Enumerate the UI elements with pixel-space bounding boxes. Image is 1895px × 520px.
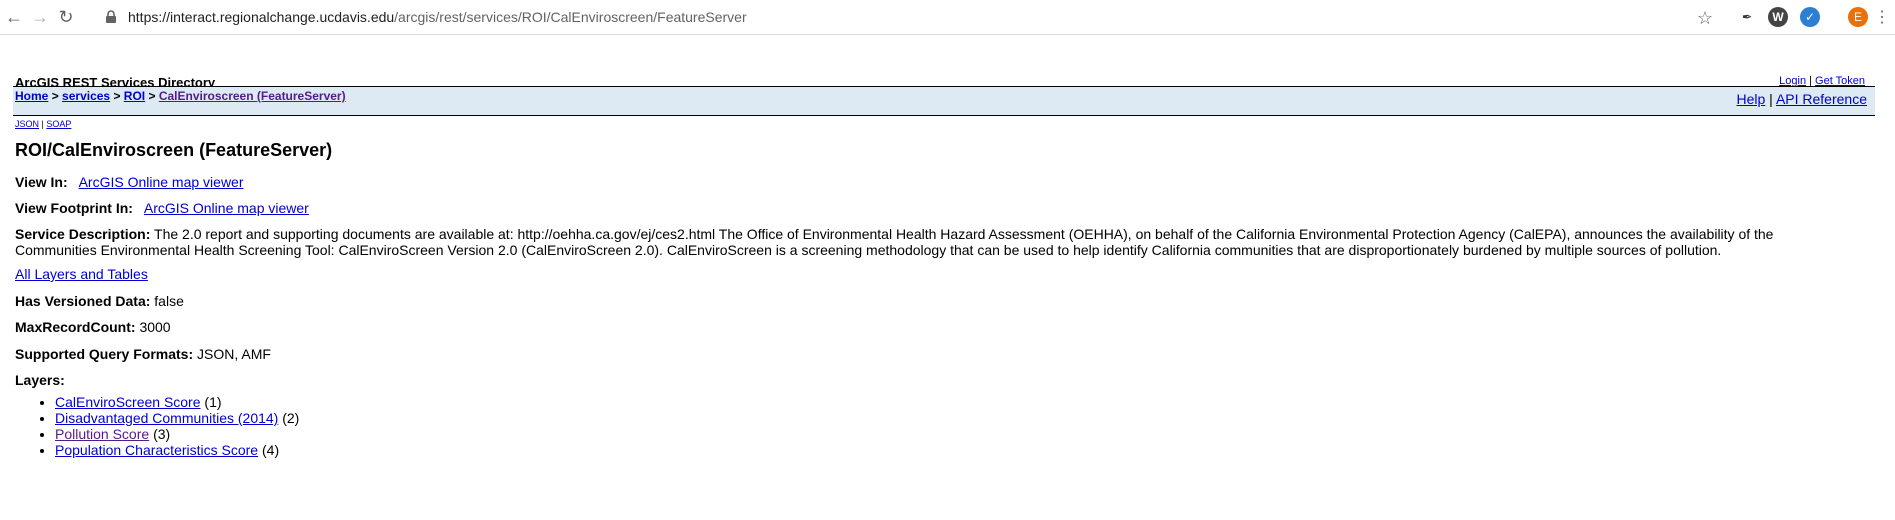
- layer-link[interactable]: CalEnviroScreen Score: [55, 394, 201, 410]
- breadcrumb: Home > services > ROI > CalEnviroscreen …: [15, 89, 346, 103]
- versioned-data-value: false: [154, 293, 184, 309]
- soap-link[interactable]: SOAP: [46, 119, 71, 129]
- bookmark-star-icon[interactable]: ☆: [1697, 8, 1713, 29]
- view-footprint-row: View Footprint In: ArcGIS Online map vie…: [15, 200, 309, 216]
- api-reference-link[interactable]: API Reference: [1776, 91, 1867, 107]
- service-description-text: The 2.0 report and supporting documents …: [15, 226, 1774, 258]
- extension-pen-icon[interactable]: ✒: [1737, 7, 1757, 27]
- query-formats-label: Supported Query Formats:: [15, 346, 194, 362]
- url-text: https://interact.regionalchange.ucdavis.…: [128, 9, 747, 25]
- back-button[interactable]: ←: [0, 3, 28, 31]
- help-links: Help | API Reference: [1736, 91, 1867, 107]
- max-record-count-label: MaxRecordCount:: [15, 319, 136, 335]
- layer-link[interactable]: Pollution Score: [55, 426, 149, 442]
- view-in-row: View In: ArcGIS Online map viewer: [15, 174, 244, 190]
- all-layers-row: All Layers and Tables: [15, 266, 148, 282]
- extension-check-icon[interactable]: ✓: [1800, 7, 1820, 27]
- url-path: /arcgis/rest/services/ROI/CalEnviroscree…: [394, 9, 747, 25]
- url-host: https://interact.regionalchange.ucdavis.…: [128, 9, 395, 25]
- breadcrumb-home[interactable]: Home: [15, 89, 48, 103]
- service-description-label: Service Description:: [15, 226, 151, 242]
- layers-heading: Layers:: [15, 372, 65, 388]
- json-link[interactable]: JSON: [15, 119, 39, 129]
- view-in-label: View In:: [15, 174, 68, 190]
- query-formats-value: JSON, AMF: [197, 346, 271, 362]
- layer-id: (4): [262, 442, 280, 458]
- list-item: CalEnviroScreen Score (1): [55, 394, 299, 410]
- help-link[interactable]: Help: [1736, 91, 1765, 107]
- view-footprint-map-viewer-link[interactable]: ArcGIS Online map viewer: [144, 200, 309, 216]
- layers-list: CalEnviroScreen Score (1) Disadvantaged …: [15, 394, 299, 458]
- breadcrumb-roi[interactable]: ROI: [124, 89, 145, 103]
- breadcrumb-separator: >: [113, 89, 121, 103]
- extension-wordpress-icon[interactable]: W: [1768, 7, 1788, 27]
- layer-id: (1): [204, 394, 222, 410]
- format-links: JSON | SOAP: [15, 119, 71, 129]
- versioned-data-label: Has Versioned Data:: [15, 293, 151, 309]
- breadcrumb-services[interactable]: services: [62, 89, 110, 103]
- view-in-map-viewer-link[interactable]: ArcGIS Online map viewer: [79, 174, 244, 190]
- query-formats-row: Supported Query Formats: JSON, AMF: [15, 346, 271, 362]
- menu-kebab-icon[interactable]: ⋮: [1872, 7, 1892, 27]
- layers-label: Layers:: [15, 372, 65, 388]
- forward-button[interactable]: →: [26, 3, 54, 31]
- breadcrumb-separator: >: [51, 89, 59, 103]
- browser-toolbar: ← → ↻ https://interact.regionalchange.uc…: [0, 0, 1895, 35]
- layer-link[interactable]: Population Characteristics Score: [55, 442, 258, 458]
- max-record-count-value: 3000: [139, 319, 171, 335]
- breadcrumb-bar: Home > services > ROI > CalEnviroscreen …: [13, 86, 1875, 116]
- breadcrumb-current[interactable]: CalEnviroscreen (FeatureServer): [159, 89, 346, 103]
- profile-avatar[interactable]: E: [1848, 7, 1868, 27]
- help-links-separator: |: [1769, 91, 1773, 107]
- view-footprint-label: View Footprint In:: [15, 200, 133, 216]
- list-item: Pollution Score (3): [55, 426, 299, 442]
- page-title: ROI/CalEnviroscreen (FeatureServer): [15, 140, 333, 160]
- breadcrumb-separator: >: [148, 89, 156, 103]
- lock-icon: [106, 10, 116, 23]
- all-layers-link[interactable]: All Layers and Tables: [15, 266, 148, 282]
- reload-button[interactable]: ↻: [52, 3, 80, 31]
- service-description: Service Description: The 2.0 report and …: [15, 226, 1855, 258]
- list-item: Disadvantaged Communities (2014) (2): [55, 410, 299, 426]
- max-record-count-row: MaxRecordCount: 3000: [15, 319, 171, 335]
- format-separator: |: [41, 119, 44, 129]
- layer-id: (3): [153, 426, 171, 442]
- layer-link[interactable]: Disadvantaged Communities (2014): [55, 410, 278, 426]
- list-item: Population Characteristics Score (4): [55, 442, 299, 458]
- layer-id: (2): [282, 410, 300, 426]
- versioned-data-row: Has Versioned Data: false: [15, 293, 184, 309]
- address-bar[interactable]: https://interact.regionalchange.ucdavis.…: [104, 4, 1719, 30]
